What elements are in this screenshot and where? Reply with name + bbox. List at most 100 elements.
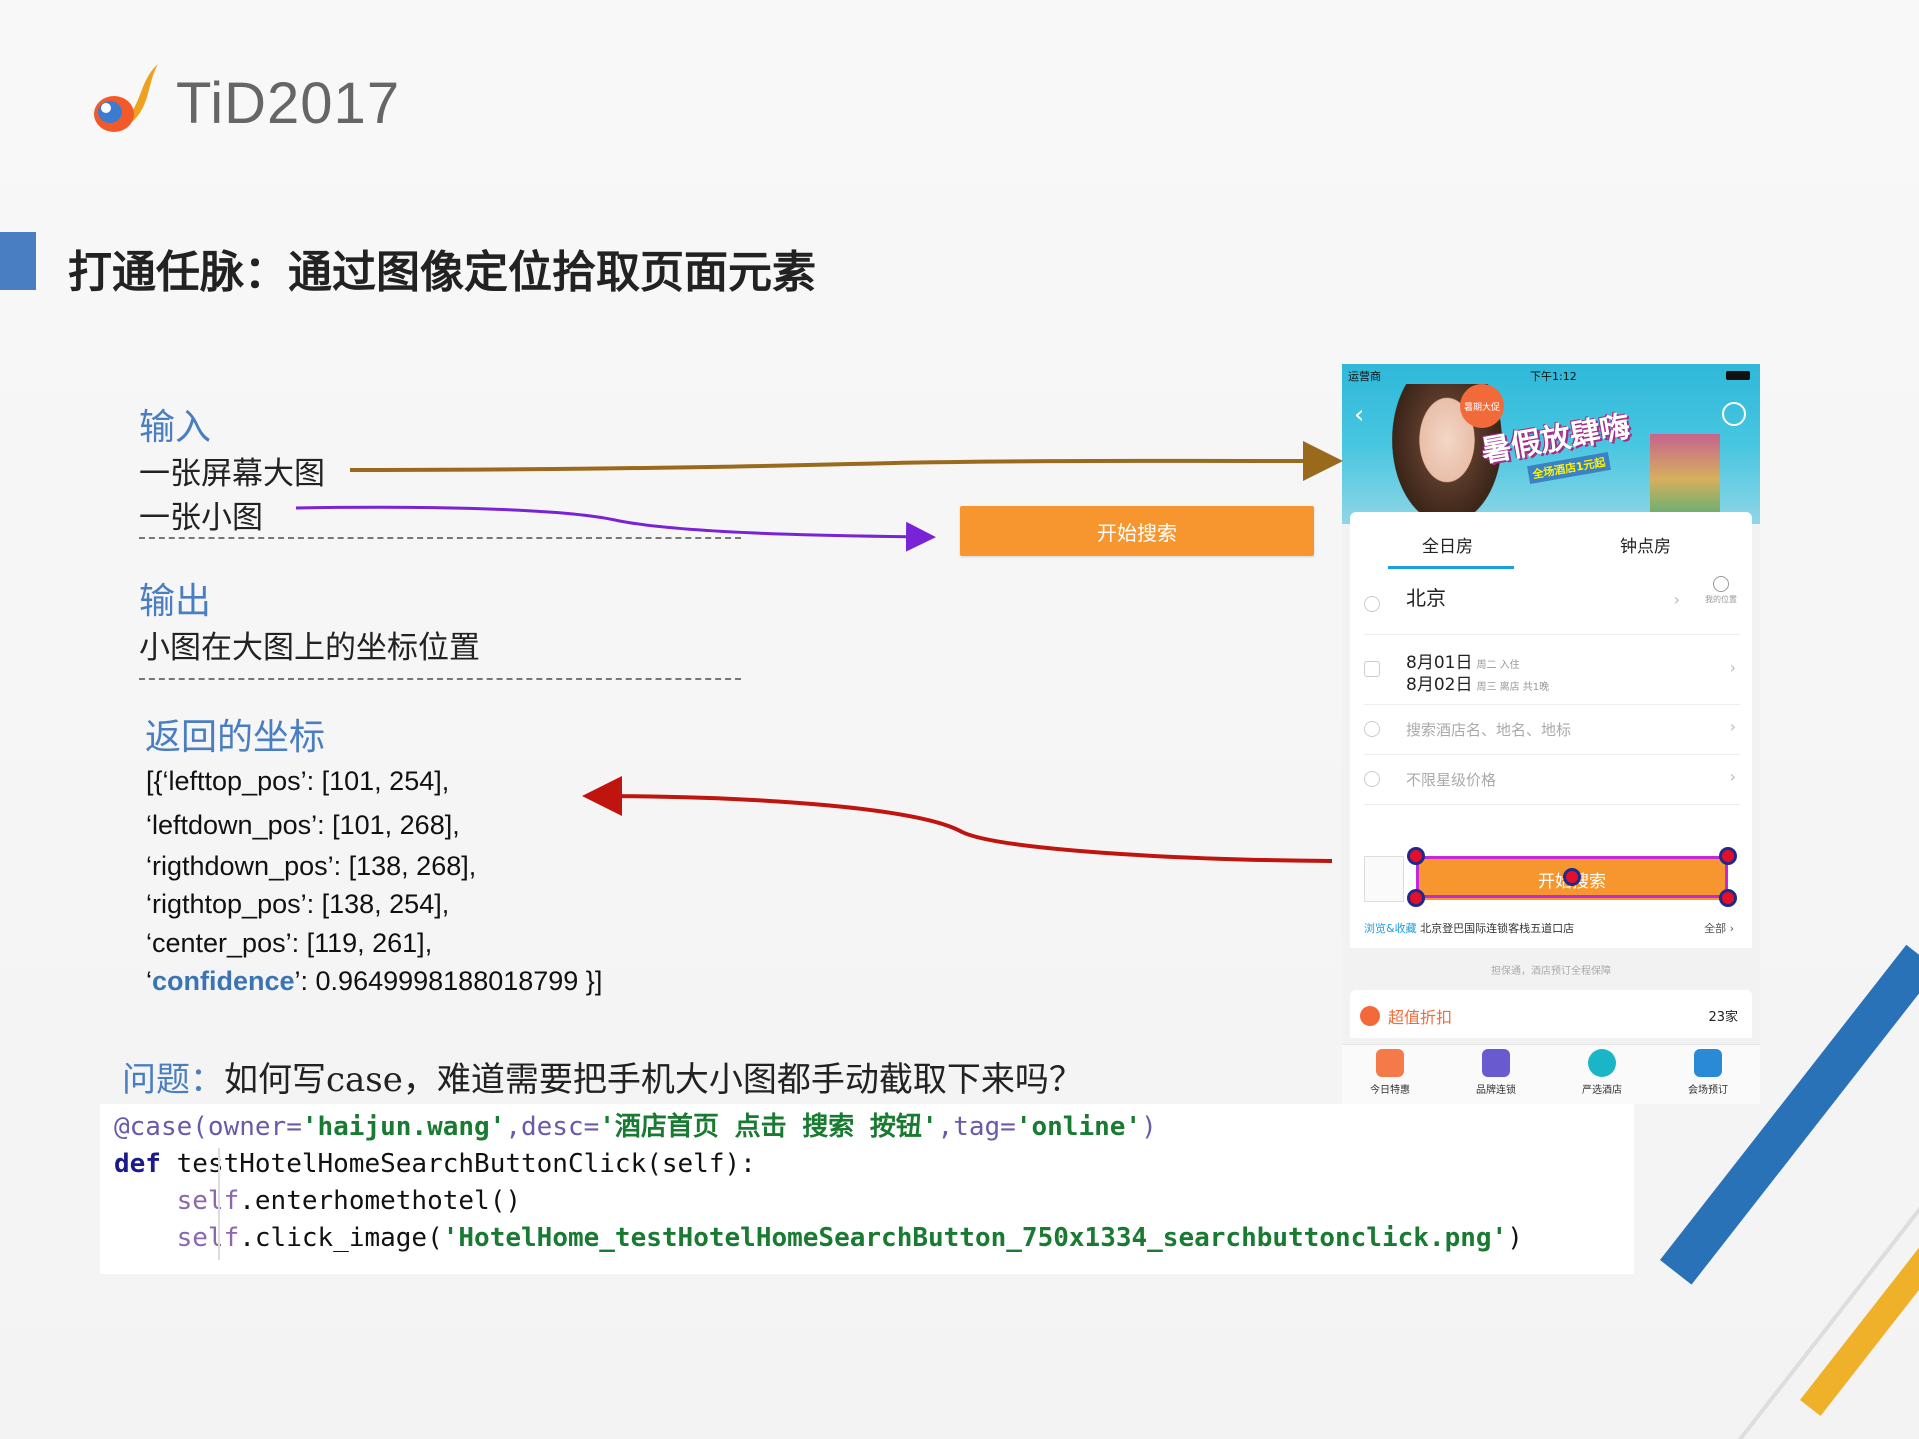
match-corner-marker	[1407, 847, 1425, 865]
coord-line: ‘rigthdown_pos’: [138, 268],	[146, 851, 477, 881]
checkout-note: 周三 离店 共1晚	[1476, 682, 1550, 693]
decorative-stripe	[1690, 1105, 1919, 1439]
keyword-def: def	[114, 1149, 161, 1179]
tab-all-day[interactable]: 全日房	[1422, 532, 1473, 557]
price-icon	[1364, 771, 1380, 787]
divider	[139, 678, 741, 680]
page-title: 打通任脉：通过图像定位拾取页面元素	[68, 247, 816, 298]
indent-guide	[218, 1148, 220, 1260]
code-line: @case(owner='haijun.wang',desc='酒店首页 点击 …	[114, 1109, 1634, 1146]
slide: TiD2017 打通任脉：通过图像定位拾取页面元素 输入 一张屏幕大图 一张小图…	[0, 0, 1919, 1439]
kwarg-owner: owner=	[207, 1112, 302, 1142]
calendar-icon	[1364, 661, 1380, 677]
kwarg-tag: ,tag=	[937, 1112, 1016, 1142]
city-row[interactable]: 北京 › 我的位置	[1364, 574, 1740, 635]
coord-line: ‘leftdown_pos’: [101, 268],	[146, 810, 460, 840]
price-placeholder: 不限星级价格	[1406, 771, 1497, 789]
coord-line: [{‘lefttop_pos’: [101, 254],	[146, 766, 450, 796]
history-label: 浏览&收藏	[1364, 922, 1417, 935]
nav-label: 品牌连锁	[1476, 1085, 1516, 1096]
history-row[interactable]: 浏览&收藏 北京登巴国际连锁客栈五道口店 全部 ›	[1364, 920, 1740, 936]
output-label: 输出	[139, 581, 212, 622]
checkout-date-value: 8月02日	[1406, 675, 1473, 695]
history-all-link[interactable]: 全部 ›	[1704, 920, 1734, 936]
decorative-stripe	[1800, 1242, 1919, 1417]
string-owner: 'haijun.wang'	[301, 1112, 506, 1142]
input-large-image-text: 一张屏幕大图	[139, 456, 325, 492]
nav-label: 严选酒店	[1582, 1085, 1622, 1096]
tid-logo: TiD2017	[88, 62, 400, 144]
match-center-marker	[1563, 868, 1581, 886]
code-snippet: @case(owner='haijun.wang',desc='酒店首页 点击 …	[100, 1104, 1634, 1274]
paren: )	[1141, 1112, 1157, 1142]
chevron-right-icon: ›	[1729, 767, 1736, 786]
venue-booking-icon	[1694, 1049, 1722, 1077]
date-row[interactable]: 8月01日 周二 入住 8月02日 周三 离店 共1晚 ›	[1364, 634, 1740, 705]
my-location-button[interactable]: 我的位置	[1696, 576, 1746, 605]
nav-label: 会场预订	[1688, 1085, 1728, 1096]
match-corner-marker	[1719, 889, 1737, 907]
search-icon	[1364, 721, 1380, 737]
back-arrow-icon[interactable]: ‹	[1354, 400, 1364, 430]
confidence-key: confidence	[152, 966, 295, 996]
city-text: 北京	[1406, 586, 1446, 610]
discount-icon	[1360, 1006, 1380, 1026]
status-bar: 运营商 下午1:12	[1348, 368, 1754, 384]
confidence-value: ’: 0.9649998188018799 }]	[294, 966, 603, 996]
input-label: 输入	[139, 407, 212, 448]
discount-label: 超值折扣	[1388, 1008, 1453, 1027]
arrow-result	[582, 776, 1333, 863]
location-pin-icon	[1364, 596, 1380, 612]
output-text: 小图在大图上的坐标位置	[139, 630, 480, 666]
tab-hourly[interactable]: 钟点房	[1620, 532, 1671, 557]
my-location-label: 我的位置	[1705, 595, 1737, 604]
brand-chain-icon	[1482, 1049, 1510, 1077]
locate-icon	[1713, 576, 1729, 592]
code-line: def testHotelHomeSearchButtonClick(self)…	[114, 1146, 1634, 1183]
banner-city-graphic	[1650, 434, 1720, 524]
confidence-line: ‘confidence’: 0.9649998188018799 }]	[146, 966, 602, 997]
checkout-date: 8月02日 周三 离店 共1晚	[1406, 670, 1549, 695]
discount-count: 23家	[1708, 1010, 1738, 1025]
nav-item-selected-hotels[interactable]: 严选酒店	[1562, 1049, 1642, 1096]
match-corner-marker	[1407, 889, 1425, 907]
kwarg-desc: ,desc=	[505, 1112, 600, 1142]
question-text: 如何写case，难道需要把手机大小图都手动截取下来吗？	[224, 1060, 1083, 1100]
match-corner-marker	[1719, 847, 1737, 865]
discount-section[interactable]: 超值折扣 23家	[1350, 990, 1752, 1038]
nav-label: 今日特惠	[1370, 1085, 1410, 1096]
method-call: .click_image(	[239, 1223, 443, 1253]
flame-logo-icon	[88, 62, 166, 144]
paren: )	[1507, 1223, 1523, 1253]
coord-line: ‘center_pos’: [119, 261],	[146, 928, 433, 958]
user-icon[interactable]	[1722, 402, 1746, 426]
tab-underline	[1388, 566, 1514, 569]
today-deals-icon	[1376, 1049, 1404, 1077]
search-action-row: 开始搜索	[1364, 847, 1740, 907]
map-search-button[interactable]	[1364, 856, 1404, 902]
history-item[interactable]: 北京登巴国际连锁客栈五道口店	[1420, 922, 1574, 935]
promo-badge: 暑期大促	[1460, 384, 1504, 428]
bottom-nav: 今日特惠 品牌连锁 严选酒店 会场预订	[1342, 1044, 1760, 1104]
keyword-placeholder: 搜索酒店名、地名、地标	[1406, 721, 1572, 739]
guarantee-text: 担保通，酒店预订全程保障	[1491, 966, 1611, 977]
title-accent-bar	[0, 232, 36, 290]
booking-tabs: 全日房 钟点房	[1350, 512, 1752, 574]
price-row[interactable]: 不限星级价格 ›	[1364, 754, 1740, 805]
chevron-right-icon: ›	[1729, 717, 1736, 736]
nav-item-today-deals[interactable]: 今日特惠	[1350, 1049, 1430, 1096]
chevron-right-icon: ›	[1673, 590, 1680, 609]
question-line: 问题：如何写case，难道需要把手机大小图都手动截取下来吗？	[122, 1052, 1083, 1101]
keyword-row[interactable]: 搜索酒店名、地名、地标 ›	[1364, 704, 1740, 755]
coords-label: 返回的坐标	[145, 717, 326, 758]
nav-item-brand-chain[interactable]: 品牌连锁	[1456, 1049, 1536, 1096]
input-small-image-text: 一张小图	[139, 500, 263, 536]
arrow-small-image	[295, 505, 936, 552]
nav-item-venue-booking[interactable]: 会场预订	[1668, 1049, 1748, 1096]
code-line: self.click_image('HotelHome_testHotelHom…	[114, 1220, 1634, 1257]
search-form: 北京 › 我的位置 8月01日 周二 入住 8月02日 周三 离店 共1晚 › 搜索…	[1350, 574, 1752, 948]
code-line: self.enterhomethotel()	[114, 1183, 1634, 1220]
decorator: @case(	[114, 1112, 208, 1142]
promo-banner[interactable]: 运营商 下午1:12 ‹ 暑期大促 暑假放肆嗨 全场酒店1元起	[1342, 364, 1760, 524]
logo-text: TiD2017	[176, 70, 401, 136]
